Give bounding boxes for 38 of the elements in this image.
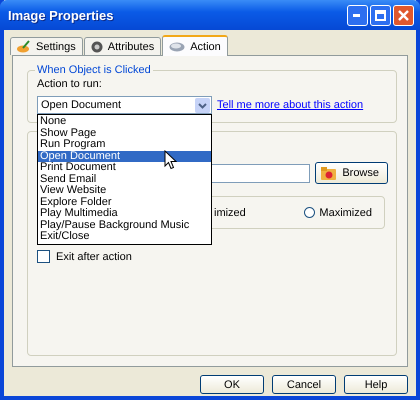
dialog-button[interactable]: Help	[344, 375, 408, 394]
chevron-icon	[195, 98, 210, 112]
dropdown-option[interactable]: Explore Folder	[38, 196, 211, 208]
action-label: Action to run:	[37, 78, 103, 90]
action-dropdown[interactable]: Open Document	[37, 96, 212, 114]
dropdown-option[interactable]: Send Email	[38, 174, 211, 185]
browse-button[interactable]: Browse	[315, 162, 388, 184]
dialog-button[interactable]: OK	[200, 375, 264, 394]
help-link[interactable]: Tell me more about this action	[217, 99, 364, 111]
dropdown-option[interactable]: Open Document	[38, 150, 211, 162]
radio-label: imized	[214, 206, 246, 218]
minimize-icon	[353, 14, 362, 16]
close-icon	[398, 10, 409, 20]
tab[interactable]: Attributes	[84, 37, 162, 55]
maximized-radio[interactable]: Maximized	[304, 206, 372, 218]
folder-icon	[320, 166, 338, 180]
tab[interactable]: Settings	[10, 37, 83, 55]
speaker-icon	[90, 40, 103, 54]
maximize-button[interactable]	[370, 4, 391, 26]
dropdown-option[interactable]: Play Multimedia	[38, 208, 211, 220]
brush-icon	[17, 40, 31, 53]
minimize-button[interactable]	[347, 4, 368, 26]
tab[interactable]: Action	[162, 35, 228, 56]
exit-checkbox[interactable]: Exit after action	[37, 250, 132, 263]
dropdown-option[interactable]: Run Program	[38, 139, 211, 150]
maximize-icon	[375, 10, 386, 20]
dropdown-option[interactable]: Show Page	[38, 128, 211, 139]
dialog-button[interactable]: Cancel	[272, 375, 336, 394]
dropdown-option[interactable]: Exit/Close	[38, 231, 211, 242]
dropdown-option[interactable]: None	[38, 116, 211, 128]
close-button[interactable]	[393, 4, 414, 26]
dropdown-option[interactable]: Print Document	[38, 162, 211, 174]
window-title: Image Properties	[8, 8, 114, 22]
dropdown-option[interactable]: View Website	[38, 185, 211, 196]
group-title: When Object is Clicked	[36, 64, 152, 76]
dropdown-option[interactable]: Play/Pause Background Music	[38, 220, 211, 231]
cursor-icon	[164, 150, 177, 170]
oval-icon	[169, 42, 186, 52]
